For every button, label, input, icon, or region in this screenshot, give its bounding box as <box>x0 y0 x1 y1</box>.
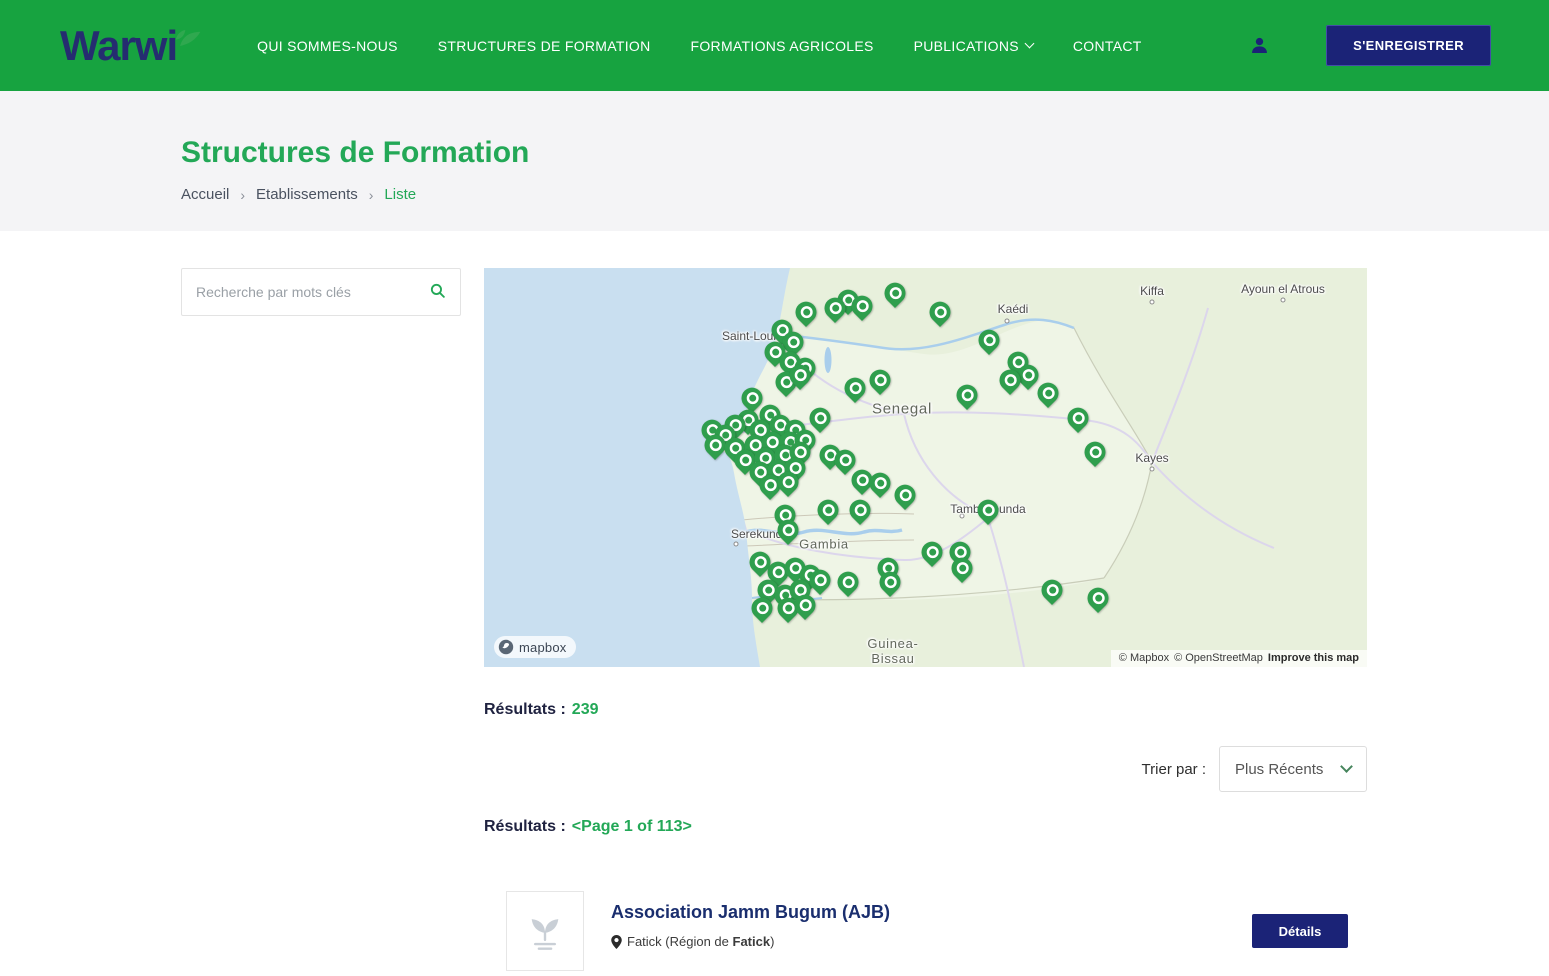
map-pin[interactable] <box>1080 437 1110 467</box>
sort-dropdown[interactable]: Plus Récents <box>1219 746 1367 792</box>
sort-selected-value: Plus Récents <box>1235 761 1323 778</box>
nav-item-contact[interactable]: CONTACT <box>1073 38 1142 54</box>
results-label: Résultats : <box>484 701 566 718</box>
header-right: S'ENREGISTRER <box>1249 25 1491 66</box>
register-button[interactable]: S'ENREGISTRER <box>1326 25 1491 66</box>
map-pin[interactable] <box>925 297 955 327</box>
leaf-icon <box>173 13 203 55</box>
map-pin[interactable] <box>813 495 843 525</box>
map-pin[interactable] <box>791 297 821 327</box>
chevron-down-icon <box>1340 760 1353 773</box>
page-title: Structures de Formation <box>181 135 1549 170</box>
establishment-title[interactable]: Association Jamm Bugum (AJB) <box>611 902 890 923</box>
map-pin[interactable] <box>1033 378 1063 408</box>
results-count-line: Résultats : 239 <box>484 701 1367 719</box>
map-pin[interactable] <box>845 495 875 525</box>
map-pin[interactable] <box>840 373 870 403</box>
map-pin[interactable] <box>865 365 895 395</box>
plant-placeholder-icon <box>523 909 567 953</box>
sort-label: Trier par : <box>1142 761 1206 778</box>
search-icon <box>429 282 446 302</box>
map-pins-layer <box>484 268 1367 667</box>
results-column: Saint-LouisKiffaAyoun el AtrousKaédiSene… <box>484 268 1367 971</box>
map-pin[interactable] <box>1063 403 1093 433</box>
map-pin[interactable] <box>805 403 835 433</box>
chevron-down-icon <box>1024 39 1034 49</box>
map-pin[interactable] <box>880 278 910 308</box>
nav-item-qui-sommes-nous[interactable]: QUI SOMMES-NOUS <box>257 38 398 54</box>
map-pin[interactable] <box>917 537 947 567</box>
main-nav: QUI SOMMES-NOUS STRUCTURES DE FORMATION … <box>257 38 1142 54</box>
filters-sidebar <box>181 268 461 316</box>
logo[interactable]: Warwi <box>60 25 195 67</box>
breadcrumb-etablissements[interactable]: Etablissements <box>256 186 358 203</box>
results-count: 239 <box>572 701 599 718</box>
search-input[interactable] <box>196 284 429 300</box>
mapbox-icon <box>498 639 514 655</box>
search-box <box>181 268 461 316</box>
attribution-mapbox: © Mapbox <box>1119 652 1169 664</box>
map-attribution: © Mapbox © OpenStreetMap Improve this ma… <box>1111 650 1367 667</box>
search-button[interactable] <box>429 282 446 302</box>
breadcrumb-separator: › <box>240 187 245 203</box>
establishment-info: Association Jamm Bugum (AJB) Fatick (Rég… <box>611 891 890 971</box>
map-pin[interactable] <box>833 567 863 597</box>
breadcrumb-separator: › <box>369 187 374 203</box>
mapbox-logo-text: mapbox <box>519 640 566 655</box>
pagination-label: Résultats : <box>484 818 566 835</box>
breadcrumb-liste: Liste <box>384 186 416 203</box>
establishment-thumbnail <box>506 891 584 971</box>
map-pin[interactable] <box>952 380 982 410</box>
nav-item-structures-de-formation[interactable]: STRUCTURES DE FORMATION <box>438 38 651 54</box>
page-head: Structures de Formation Accueil › Etabli… <box>0 91 1549 231</box>
breadcrumb: Accueil › Etablissements › Liste <box>181 186 1549 203</box>
nav-item-formations-agricoles[interactable]: FORMATIONS AGRICOLES <box>691 38 874 54</box>
main-content: Saint-LouisKiffaAyoun el AtrousKaédiSene… <box>181 268 1367 971</box>
establishment-card: Association Jamm Bugum (AJB) Fatick (Rég… <box>484 891 1367 971</box>
logo-text: Warwi <box>60 22 177 69</box>
map-pin[interactable] <box>1037 575 1067 605</box>
main-header: Warwi QUI SOMMES-NOUS STRUCTURES DE FORM… <box>0 0 1549 91</box>
attribution-osm: © OpenStreetMap <box>1174 652 1263 664</box>
pagination-pages[interactable]: <Page 1 of 113> <box>572 818 692 835</box>
nav-item-publications[interactable]: PUBLICATIONS <box>914 38 1033 54</box>
location-pin-icon <box>611 935 622 949</box>
mapbox-logo[interactable]: mapbox <box>494 636 576 658</box>
map-pin[interactable] <box>1083 583 1113 613</box>
map[interactable]: Saint-LouisKiffaAyoun el AtrousKaédiSene… <box>484 268 1367 667</box>
pagination-line: Résultats : <Page 1 of 113> <box>484 818 1367 836</box>
establishment-location: Fatick (Région de Fatick) <box>611 934 890 949</box>
details-button[interactable]: Détails <box>1252 914 1348 948</box>
map-pin[interactable] <box>890 480 920 510</box>
sort-row: Trier par : Plus Récents <box>484 746 1367 792</box>
user-icon[interactable] <box>1249 35 1270 56</box>
page: Warwi QUI SOMMES-NOUS STRUCTURES DE FORM… <box>0 0 1549 976</box>
breadcrumb-accueil[interactable]: Accueil <box>181 186 229 203</box>
location-text: Fatick (Région de Fatick) <box>627 934 774 949</box>
map-pin[interactable] <box>973 495 1003 525</box>
map-pin[interactable] <box>974 325 1004 355</box>
improve-map-link[interactable]: Improve this map <box>1268 652 1359 664</box>
